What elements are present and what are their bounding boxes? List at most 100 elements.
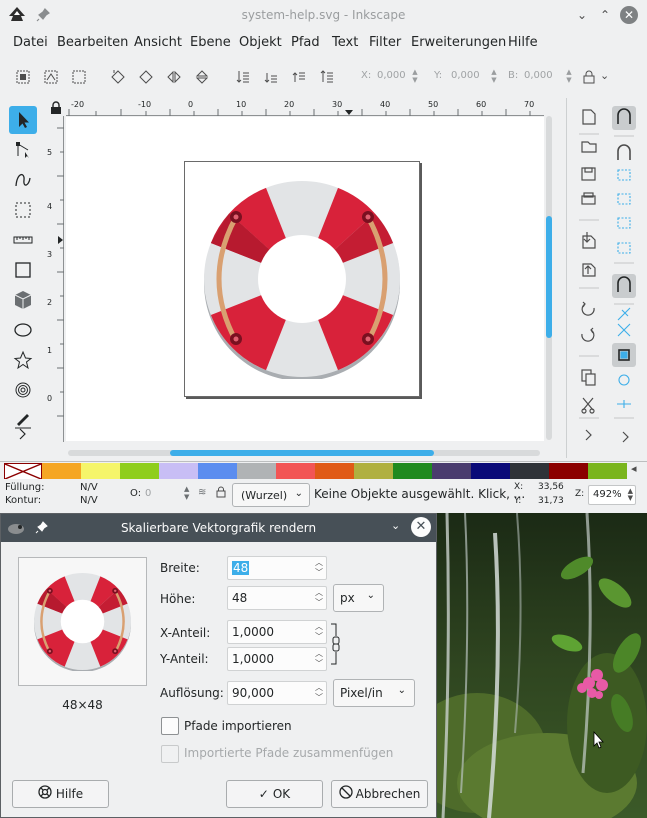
drawing-canvas[interactable]	[66, 117, 544, 441]
help-button[interactable]: Hilfe	[12, 780, 109, 808]
opacity-input[interactable]: 0	[145, 488, 151, 499]
w-spin[interactable]: ▲ ▼	[565, 68, 573, 86]
resolution-field[interactable]: 90,000 ︿ ﹀	[227, 681, 327, 705]
menu-view[interactable]: Ansicht	[134, 35, 182, 50]
color-swatch[interactable]	[42, 463, 81, 480]
lower-icon[interactable]	[263, 69, 279, 85]
lock-icon[interactable]	[583, 70, 595, 84]
color-swatch[interactable]	[120, 463, 159, 480]
w-input[interactable]: 0,000	[524, 70, 553, 81]
horizontal-scrollbar[interactable]	[68, 450, 540, 456]
star-tool[interactable]	[9, 346, 37, 374]
color-swatch[interactable]	[81, 463, 120, 480]
menu-layer[interactable]: Ebene	[190, 35, 231, 50]
rectangle-tool[interactable]	[9, 256, 37, 284]
node-tool[interactable]	[9, 136, 37, 164]
layer-visibility-icon[interactable]: ≋	[198, 487, 206, 498]
menu-object[interactable]: Objekt	[239, 35, 282, 50]
ruler-top-label: 20	[284, 100, 295, 109]
width-spin[interactable]: ︿ ﹀	[314, 558, 324, 578]
select-all-icon[interactable]	[15, 69, 31, 85]
height-field[interactable]: 48 ︿ ﹀	[227, 586, 327, 610]
color-swatch[interactable]	[159, 463, 198, 480]
measure-tool[interactable]	[9, 226, 37, 254]
bezier-tool[interactable]	[9, 166, 37, 194]
color-swatch[interactable]	[198, 463, 237, 480]
select-all-layers-icon[interactable]	[43, 69, 59, 85]
resolution-unit-dropdown[interactable]: Pixel/in ⌄	[333, 679, 415, 707]
yscale-field[interactable]: 1,0000 ︿ ﹀	[227, 647, 327, 671]
color-swatch[interactable]	[432, 463, 471, 480]
color-swatch[interactable]	[510, 463, 549, 480]
3d-box-tool[interactable]	[9, 286, 37, 314]
zoom-input[interactable]: 492% ▲ ▼	[588, 485, 636, 505]
menu-extensions[interactable]: Erweiterungen	[411, 35, 506, 50]
layer-lock-icon[interactable]	[216, 486, 226, 501]
rotate-ccw-icon[interactable]	[110, 69, 126, 85]
toolbox-more-chevron-icon[interactable]	[9, 424, 37, 444]
flip-horizontal-icon[interactable]	[166, 69, 182, 85]
deselect-icon[interactable]	[71, 69, 87, 85]
y-spin[interactable]: ▲ ▼	[490, 68, 498, 86]
selector-tool[interactable]	[9, 106, 37, 134]
color-swatch[interactable]	[354, 463, 393, 480]
color-swatch[interactable]	[276, 463, 315, 480]
commands-snap-dock	[566, 98, 647, 458]
toolbar-overflow-chevron-icon[interactable]: ⌄	[600, 69, 609, 82]
x-spin[interactable]: ▲ ▼	[411, 68, 419, 86]
lower-to-bottom-icon[interactable]	[235, 69, 251, 85]
stroke-label: Kontur:	[5, 495, 42, 506]
y-input[interactable]: 0,000	[451, 70, 480, 81]
width-field[interactable]: 48 ︿ ﹀	[227, 556, 327, 580]
rotate-cw-icon[interactable]	[138, 69, 154, 85]
dialog-minimize-chevron-icon[interactable]: ⌄	[391, 519, 400, 532]
menu-file[interactable]: Datei	[13, 35, 48, 50]
maximize-button[interactable]: ⌃	[597, 7, 613, 23]
raise-to-top-icon[interactable]	[319, 69, 335, 85]
xscale-spin[interactable]: ︿ ﹀	[314, 622, 324, 642]
ellipse-tool[interactable]	[9, 316, 37, 344]
height-spin[interactable]: ︿ ﹀	[314, 588, 324, 608]
fill-value[interactable]: N/V	[80, 482, 98, 493]
menu-help[interactable]: Hilfe	[508, 35, 538, 50]
vertical-scrollbar[interactable]	[546, 116, 552, 440]
cancel-button[interactable]: Abbrechen	[331, 780, 428, 808]
no-paint-swatch[interactable]	[4, 463, 42, 480]
xscale-field[interactable]: 1,0000 ︿ ﹀	[227, 620, 327, 644]
rectangle-select-tool[interactable]	[9, 196, 37, 224]
dialog-title-bar: Skalierbare Vektorgrafik rendern ⌄ ✕	[1, 514, 436, 542]
yscale-spin[interactable]: ︿ ﹀	[314, 649, 324, 669]
resolution-spin[interactable]: ︿ ﹀	[314, 683, 324, 703]
color-swatch[interactable]	[315, 463, 354, 480]
layer-dropdown[interactable]: (Wurzel) ⌄	[232, 483, 310, 507]
color-swatch[interactable]	[549, 463, 588, 480]
raise-icon[interactable]	[291, 69, 307, 85]
import-paths-checkbox[interactable]	[161, 717, 179, 735]
aspect-chain-icon[interactable]	[331, 622, 341, 666]
dialog-close-button[interactable]: ✕	[411, 517, 431, 537]
menu-text[interactable]: Text	[332, 35, 358, 50]
flip-vertical-icon[interactable]	[194, 69, 210, 85]
color-swatch[interactable]	[393, 463, 432, 480]
horizontal-scroll-thumb[interactable]	[170, 450, 434, 456]
color-swatch[interactable]	[588, 463, 627, 480]
color-swatch[interactable]	[471, 463, 510, 480]
opacity-spin[interactable]: ▲ ▼	[184, 485, 189, 501]
menu-filter[interactable]: Filter	[369, 35, 401, 50]
import-paths-label[interactable]: Pfade importieren	[184, 719, 292, 733]
menu-path[interactable]: Pfad	[291, 35, 320, 50]
menu-edit[interactable]: Bearbeiten	[57, 35, 128, 50]
palette-scroll-left-icon[interactable]: ◂	[631, 462, 637, 475]
vertical-scroll-thumb[interactable]	[546, 216, 552, 338]
close-button[interactable]: ✕	[620, 6, 638, 24]
zoom-spin[interactable]: ▲ ▼	[628, 488, 633, 502]
stroke-value[interactable]: N/V	[80, 495, 98, 506]
x-input[interactable]: 0,000	[377, 70, 406, 81]
minimize-button[interactable]: ⌄	[574, 7, 590, 23]
color-swatch[interactable]	[237, 463, 276, 480]
ok-button[interactable]: ✓ OK	[226, 780, 323, 808]
unit-dropdown[interactable]: px ⌄	[333, 584, 384, 612]
ruler-lock-icon[interactable]	[50, 101, 62, 115]
spiral-tool[interactable]	[9, 376, 37, 404]
lifebuoy-drawing[interactable]	[202, 179, 402, 379]
